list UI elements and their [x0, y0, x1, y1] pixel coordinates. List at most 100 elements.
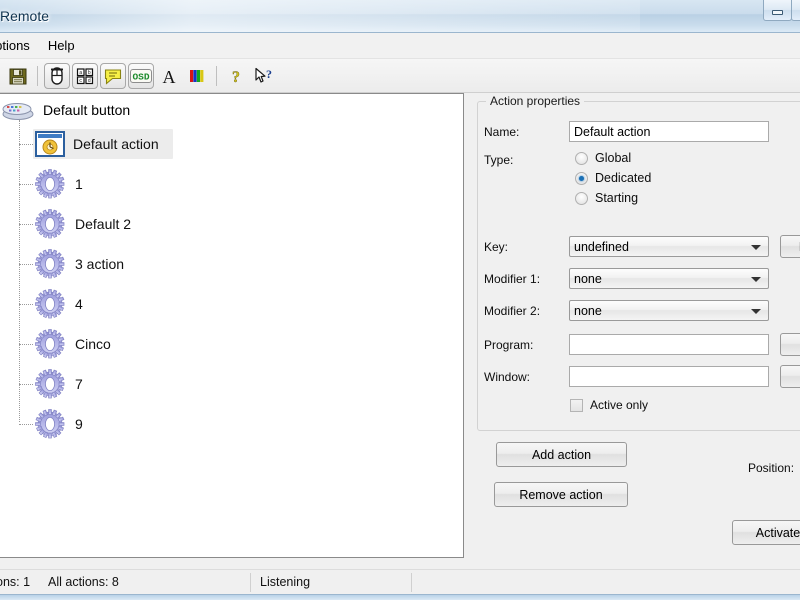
radio-starting-indicator [575, 191, 588, 205]
tree-children: Default action 1 Default 2 3 action 4 Ci… [19, 120, 463, 444]
application-window: Remote Options Help [0, 0, 800, 600]
toolbar: a b c d OSD A ? ? [0, 59, 800, 93]
gear-icon [33, 407, 67, 441]
modifier2-combobox[interactable]: none [569, 300, 769, 321]
radio-dedicated-indicator [575, 171, 588, 185]
tree-item-label: 9 [75, 416, 83, 432]
radio-starting[interactable]: Starting [575, 191, 651, 205]
radio-global[interactable]: Global [575, 151, 651, 165]
context-help-icon: ? [255, 67, 272, 83]
osd-icon: OSD [130, 68, 152, 83]
action-tree-panel[interactable]: Default button Default action 1 Default … [0, 93, 464, 558]
status-separator-2 [411, 573, 412, 592]
svg-text:c: c [79, 78, 82, 84]
program-browse-button[interactable]: F [780, 333, 800, 356]
window-controls [763, 0, 800, 21]
chevron-down-icon [751, 245, 761, 250]
chevron-down-icon [751, 277, 761, 282]
radio-global-indicator [575, 151, 588, 165]
help-icon-button[interactable]: ? [223, 63, 249, 89]
tree-item-label: 1 [75, 176, 83, 192]
type-label-row: Type: [484, 153, 513, 167]
tree-item-label: Cinco [75, 336, 111, 352]
menu-item-options[interactable]: Options [0, 35, 39, 56]
keypad-icon-button[interactable]: a b c d [72, 62, 98, 89]
tree-item-label: Default 2 [75, 216, 132, 232]
title-bar-glow [0, 0, 640, 32]
tree-item-label: 7 [75, 376, 83, 392]
svg-text:d: d [88, 78, 91, 84]
svg-text:?: ? [266, 67, 272, 81]
tree-root-item[interactable]: Default button [0, 96, 463, 124]
program-label: Program: [484, 337, 534, 352]
active-only-checkbox[interactable] [570, 398, 583, 412]
key-row: Key: undefined [484, 236, 769, 257]
name-input[interactable]: Default action [569, 121, 769, 142]
window-find-button[interactable]: F [780, 365, 800, 388]
remove-action-button[interactable]: Remove action [494, 482, 628, 507]
svg-text:a: a [79, 70, 82, 76]
tree-item-1[interactable]: 1 [19, 164, 463, 204]
save-icon-button[interactable] [5, 63, 31, 89]
program-row: Program: [484, 334, 769, 355]
tree-item-9[interactable]: 9 [19, 404, 463, 444]
active-only-row[interactable]: Active only [570, 398, 648, 412]
chevron-down-icon [751, 309, 761, 314]
modifier2-row: Modifier 2: none [484, 300, 769, 321]
colors-icon-button[interactable] [184, 63, 210, 89]
svg-text:OSD: OSD [132, 71, 149, 82]
title-bar[interactable]: Remote [0, 0, 800, 33]
gear-icon [33, 207, 67, 241]
svg-text:b: b [88, 70, 91, 76]
context-help-icon-button[interactable]: ? [251, 63, 277, 89]
window-row: Window: [484, 366, 769, 387]
program-input[interactable] [569, 334, 769, 355]
tree-item-label: 3 action [75, 256, 125, 272]
mouse-icon-button[interactable] [44, 62, 70, 89]
menu-item-help[interactable]: Help [39, 35, 84, 56]
gear-icon [33, 367, 67, 401]
tree-item-label: Default action [73, 136, 159, 152]
remote-device-icon [2, 103, 34, 120]
tree-item-label: 4 [75, 296, 83, 312]
status-buttons-count: ons: 1 [0, 575, 31, 589]
radio-dedicated-label: Dedicated [595, 171, 652, 185]
radio-dedicated[interactable]: Dedicated [575, 171, 651, 185]
gear-icon [33, 287, 67, 321]
speech-bubble-icon-button[interactable] [100, 62, 126, 89]
speech-bubble-icon [104, 68, 122, 85]
key-pick-button[interactable]: P [780, 235, 800, 258]
window-label: Window: [484, 369, 531, 384]
status-bar: ons: 1 All actions: 8 Listening [0, 569, 800, 594]
tree-item-default-2[interactable]: Default 2 [19, 204, 463, 244]
gear-icon [33, 327, 67, 361]
action-properties-title: Action properties [486, 94, 585, 108]
osd-icon-button[interactable]: OSD [128, 62, 154, 89]
font-icon-button[interactable]: A [156, 63, 182, 89]
tree-item-default-action[interactable]: Default action [19, 124, 463, 164]
modifier1-combobox[interactable]: none [569, 268, 769, 289]
window-bottom-edge [0, 594, 800, 600]
svg-text:A: A [163, 67, 176, 86]
gear-icon [33, 247, 67, 281]
tree-item-4[interactable]: 4 [19, 284, 463, 324]
window-input[interactable] [569, 366, 769, 387]
save-icon [9, 68, 27, 84]
position-label: Position: [748, 461, 795, 475]
radio-starting-label: Starting [595, 191, 639, 205]
name-label: Name: [484, 124, 520, 139]
tree-item-cinco[interactable]: Cinco [19, 324, 463, 364]
activate-button[interactable]: Activate [732, 520, 800, 545]
type-radio-group: Global Dedicated Starting [575, 151, 651, 211]
status-all-actions: All actions: 8 [48, 575, 119, 589]
tree-item-7[interactable]: 7 [19, 364, 463, 404]
status-connection: Listening [260, 575, 311, 589]
restore-button[interactable] [791, 0, 800, 21]
modifier2-label: Modifier 2: [484, 303, 541, 318]
add-action-button[interactable]: Add action [496, 442, 627, 467]
minimize-button[interactable] [763, 0, 792, 21]
key-combobox[interactable]: undefined [569, 236, 769, 257]
radio-global-label: Global [595, 151, 632, 165]
toolbar-separator-1 [37, 65, 38, 86]
tree-item-3-action[interactable]: 3 action [19, 244, 463, 284]
